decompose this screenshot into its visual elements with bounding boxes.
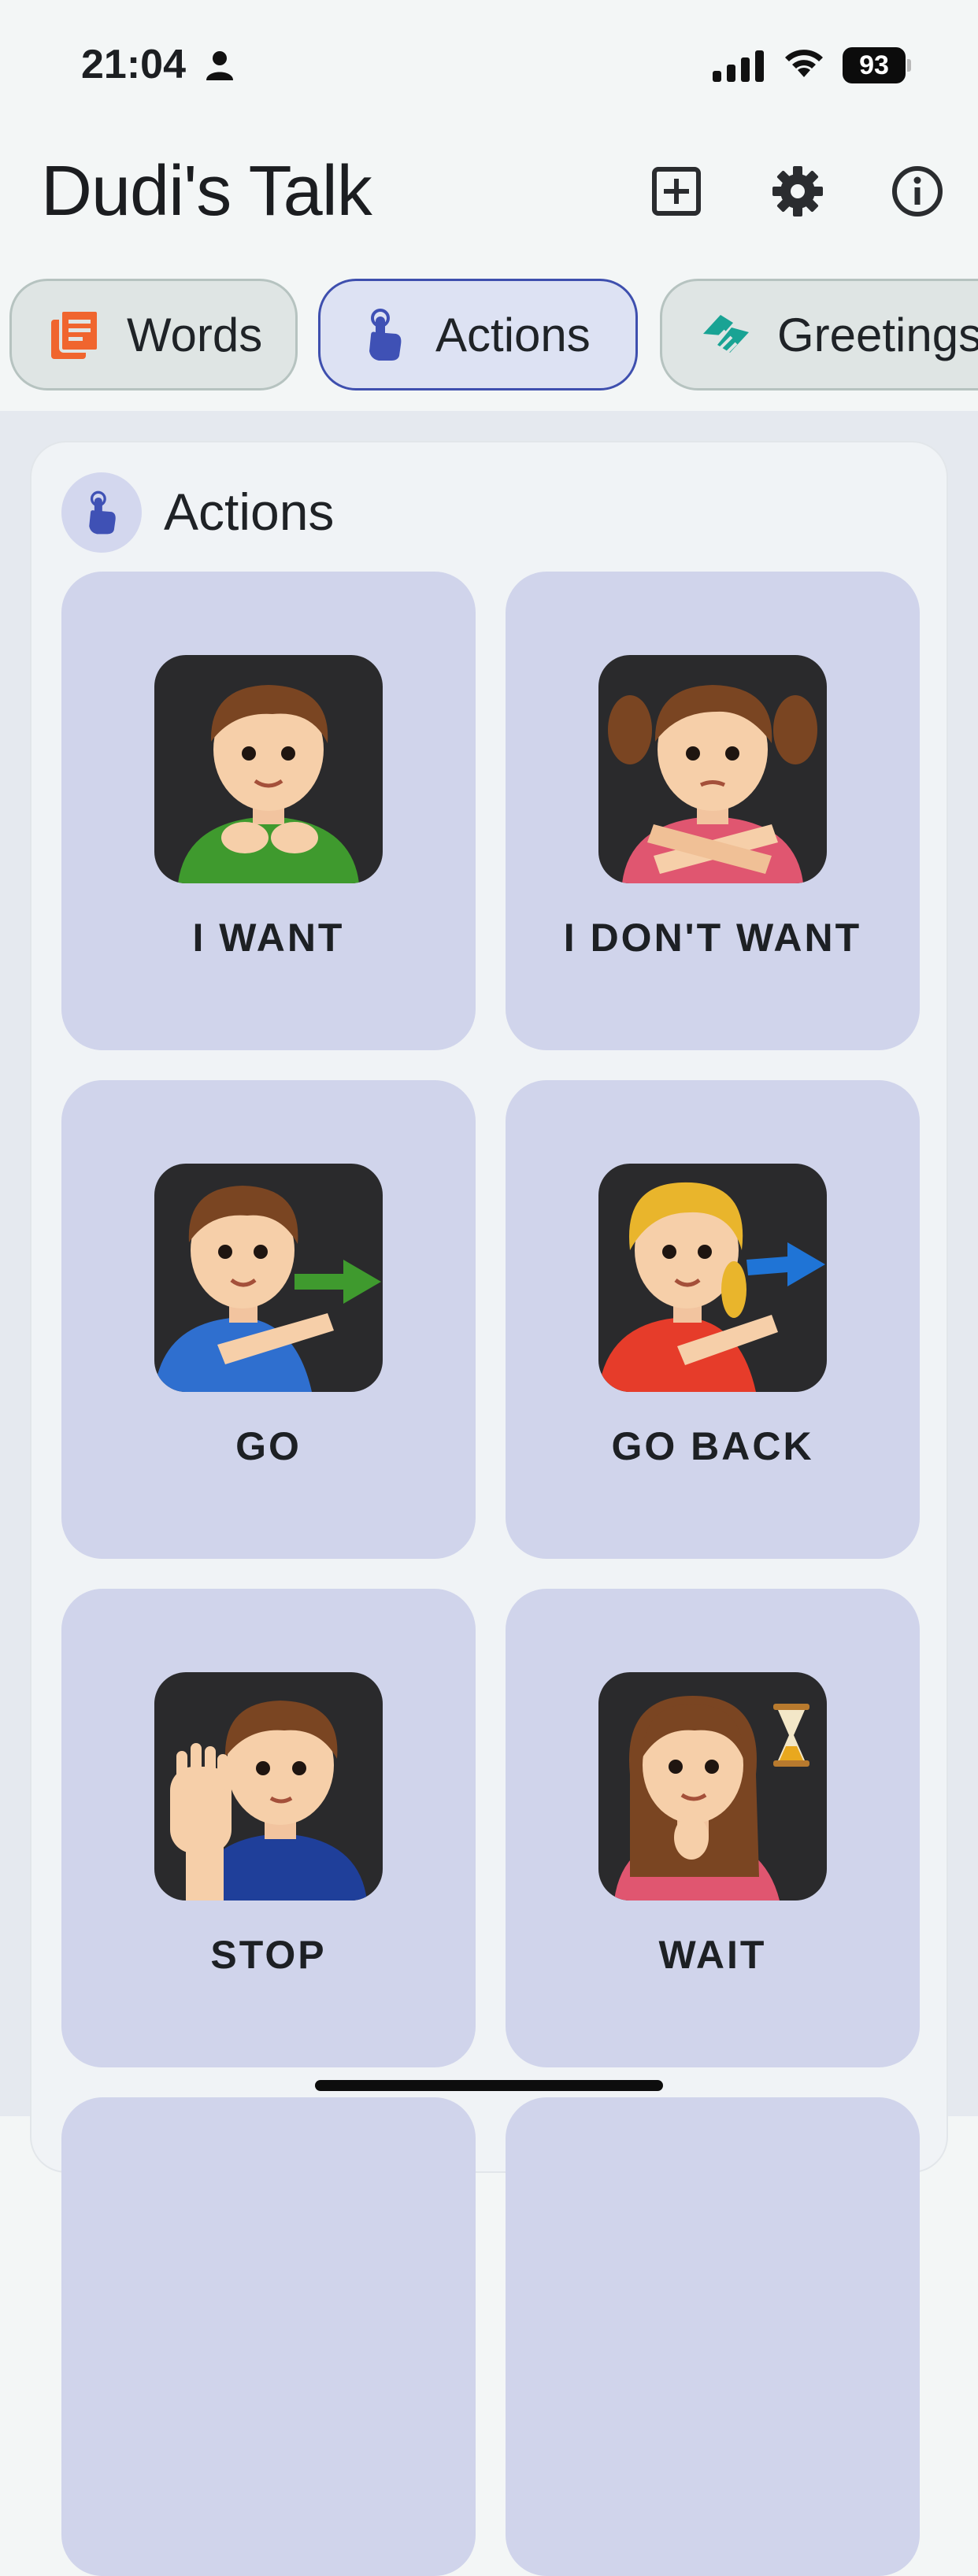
settings-button[interactable] — [762, 156, 833, 227]
tab-label: Greetings — [777, 308, 978, 361]
tab-actions[interactable]: Actions — [318, 279, 638, 390]
actions-card: Actions I WANT I DON'T WANT GO GO BACK S… — [30, 441, 948, 2576]
battery-icon: 93 — [843, 47, 911, 83]
gear-icon — [772, 166, 823, 217]
pointing-hand-icon — [369, 309, 402, 361]
boy-hands-on-chest-picture — [154, 655, 383, 883]
info-icon — [892, 166, 943, 217]
cellular-signal-icon — [713, 49, 765, 82]
tab-label: Actions — [435, 308, 591, 361]
section-title: Actions — [164, 483, 335, 541]
tile-label: I DON'T WANT — [563, 916, 862, 960]
girl-arms-crossed-picture — [598, 655, 827, 883]
tile-i-want[interactable]: I WANT — [61, 572, 476, 1050]
add-button[interactable] — [641, 156, 712, 227]
tile-wait[interactable]: WAIT — [506, 1589, 920, 2067]
status-time: 21:04 — [81, 42, 186, 87]
tab-words[interactable]: Words — [9, 279, 298, 390]
info-button[interactable] — [882, 156, 953, 227]
person-icon — [203, 49, 236, 82]
tab-label: Words — [127, 308, 263, 361]
tile-next-row-right[interactable] — [506, 2097, 920, 2576]
tile-label: I WANT — [192, 916, 345, 960]
app-title: Dudi's Talk — [41, 152, 372, 231]
tile-go[interactable]: GO — [61, 1080, 476, 1559]
home-indicator — [315, 2080, 663, 2091]
app-header: Dudi's Talk — [0, 134, 978, 244]
tile-stop[interactable]: STOP — [61, 1589, 476, 2067]
handshake-icon — [703, 315, 749, 354]
battery-level: 93 — [843, 47, 906, 83]
battery-tip — [907, 59, 911, 72]
category-tabs: Words Actions Greetings — [0, 276, 978, 394]
tile-label: WAIT — [658, 1933, 767, 1977]
tile-i-dont-want[interactable]: I DON'T WANT — [506, 572, 920, 1050]
tile-label: GO BACK — [611, 1424, 814, 1468]
add-box-icon — [652, 167, 701, 216]
wifi-icon — [781, 46, 827, 80]
girl-with-hourglass-picture — [598, 1672, 827, 1901]
status-bar: 21:04 93 — [0, 0, 978, 118]
boy-raised-palm-picture — [154, 1672, 383, 1901]
tile-next-row-left[interactable] — [61, 2097, 476, 2576]
content-area: Actions I WANT I DON'T WANT GO GO BACK S… — [0, 411, 978, 2576]
pointing-hand-icon — [89, 490, 116, 535]
girl-pointing-arrow-picture — [598, 1164, 827, 1392]
tile-label: GO — [235, 1424, 302, 1468]
boy-pointing-arrow-picture — [154, 1164, 383, 1392]
section-icon — [61, 472, 142, 553]
book-stack-icon — [51, 309, 100, 359]
tile-go-back[interactable]: GO BACK — [506, 1080, 920, 1559]
tab-greetings[interactable]: Greetings — [660, 279, 978, 390]
tile-label: STOP — [210, 1933, 327, 1977]
